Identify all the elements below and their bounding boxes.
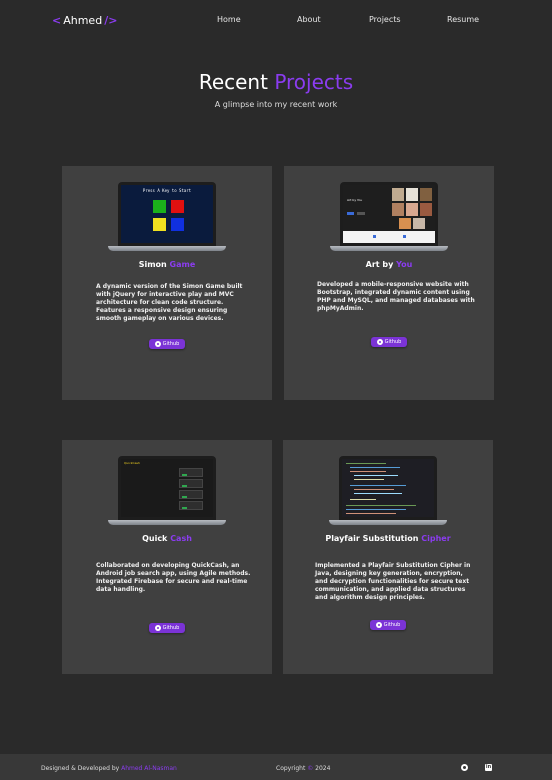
footer-credit: Designed & Developed by Ahmed Al-Nasman xyxy=(41,765,177,772)
navbar: < Ahmed /> Home About Projects Resume xyxy=(0,0,552,40)
page-title-plain: Recent xyxy=(198,70,268,94)
github-button[interactable]: Github xyxy=(149,339,185,349)
screen-text: Press A Key to Start xyxy=(142,188,192,193)
project-card-playfair-cipher: Playfair Substitution Cipher Implemented… xyxy=(283,440,493,674)
project-title: Simon Game xyxy=(138,260,196,269)
logo-name: Ahmed xyxy=(63,14,103,27)
footer-year: 2024 xyxy=(315,765,331,772)
footer-linkedin-icon[interactable]: in xyxy=(485,764,492,771)
project-card-quick-cash: QuickCash Quick Cash Collaborated on dev… xyxy=(62,440,272,674)
footer-designed-by: Designed & Developed by xyxy=(41,765,120,772)
logo-close-bracket: /> xyxy=(104,14,118,27)
logo[interactable]: < Ahmed /> xyxy=(52,14,117,27)
nav-link-home[interactable]: Home xyxy=(217,15,241,24)
github-button-label: Github xyxy=(383,622,401,628)
yellow-tile xyxy=(153,218,166,231)
project-description: Collaborated on developing QuickCash, an… xyxy=(96,562,251,593)
github-button[interactable]: Github xyxy=(149,623,185,633)
laptop-mockup: Press A Key to Start xyxy=(108,182,226,254)
github-button-label: Github xyxy=(384,339,402,345)
screen-text: Art by You xyxy=(347,198,363,202)
footer-copyright: Copyright © 2024 xyxy=(276,765,331,772)
footer-github-icon[interactable] xyxy=(461,764,468,771)
github-icon xyxy=(154,341,161,347)
footer-author-link[interactable]: Ahmed Al-Nasman xyxy=(121,765,177,772)
github-button[interactable]: Github xyxy=(371,337,407,347)
project-description: Developed a mobile-responsive website wi… xyxy=(317,281,475,312)
project-screenshot xyxy=(342,459,434,517)
project-title: Quick Cash xyxy=(142,534,192,543)
project-description: A dynamic version of the Simon Game buil… xyxy=(96,283,243,322)
page-title: Recent Projects xyxy=(0,70,552,94)
laptop-mockup: Art by You xyxy=(330,182,448,254)
github-button-label: Github xyxy=(162,625,180,631)
copyright-symbol: © xyxy=(307,765,314,772)
github-button[interactable]: Github xyxy=(370,620,406,630)
github-icon xyxy=(376,339,383,345)
project-title: Art by You xyxy=(365,260,413,269)
page-subtitle: A glimpse into my recent work xyxy=(214,100,338,109)
laptop-mockup xyxy=(329,456,447,528)
footer: Designed & Developed by Ahmed Al-Nasman … xyxy=(0,754,552,780)
red-tile xyxy=(171,200,184,213)
blue-tile xyxy=(171,218,184,231)
project-card-simon-game: Press A Key to Start Simon Game A dynami… xyxy=(62,166,272,400)
green-tile xyxy=(153,200,166,213)
project-screenshot: Press A Key to Start xyxy=(121,185,213,243)
page-title-accent: Projects xyxy=(274,70,354,94)
screen-text: QuickCash xyxy=(124,461,140,465)
nav-link-about[interactable]: About xyxy=(297,15,321,24)
laptop-mockup: QuickCash xyxy=(108,456,226,528)
project-description: Implemented a Playfair Substitution Ciph… xyxy=(315,562,471,601)
project-card-art-by-you: Art by You Art by You Developed a mobile… xyxy=(284,166,494,400)
project-screenshot: QuickCash xyxy=(121,459,213,517)
github-icon xyxy=(154,625,161,631)
project-screenshot: Art by You xyxy=(343,185,435,243)
nav-link-resume[interactable]: Resume xyxy=(447,15,479,24)
github-icon xyxy=(375,622,382,628)
logo-open-bracket: < xyxy=(52,14,62,27)
nav-link-projects[interactable]: Projects xyxy=(369,15,401,24)
project-title: Playfair Substitution Cipher xyxy=(325,534,451,543)
github-button-label: Github xyxy=(162,341,180,347)
